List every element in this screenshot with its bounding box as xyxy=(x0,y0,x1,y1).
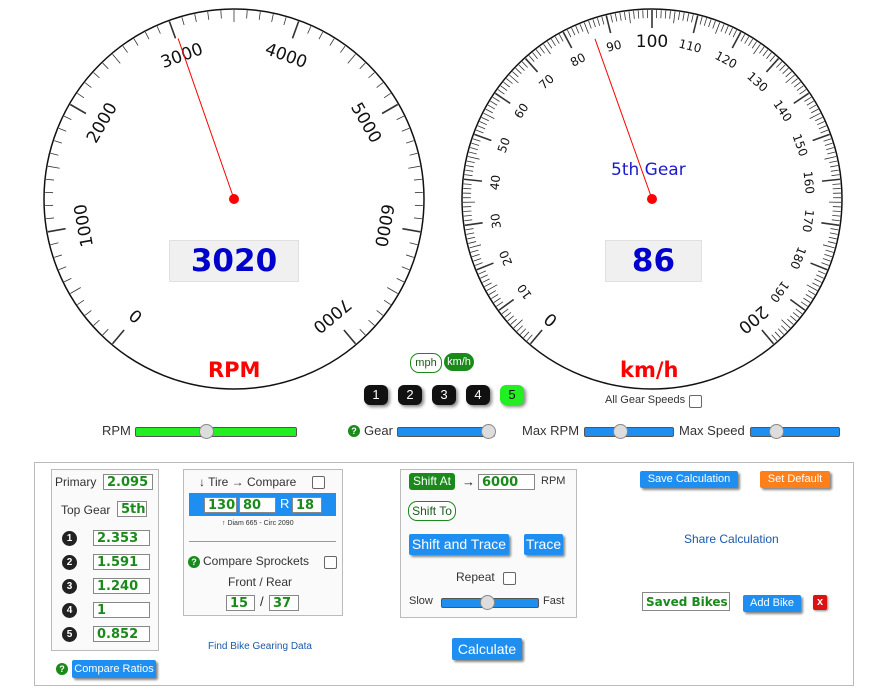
rpm-gauge: 0100020003000 4000500060007000 xyxy=(43,8,425,390)
gear-indicator: 5th Gear xyxy=(611,160,686,180)
rpm-slider-handle[interactable] xyxy=(199,424,214,439)
speed-tick-label: 160 xyxy=(800,170,816,194)
gear-number-icon: 2 xyxy=(62,555,77,570)
speed-gauge: 0102030405060708090 100 110120130140150160… xyxy=(461,8,843,390)
max-speed-label: Max Speed xyxy=(679,423,745,438)
rpm-tick xyxy=(220,10,222,19)
front-sprocket-input[interactable]: 15 xyxy=(226,595,255,611)
repeat-checkbox[interactable] xyxy=(503,572,516,585)
gear-ratio-input[interactable]: 1 xyxy=(93,602,150,618)
gear-number-icon: 4 xyxy=(62,603,77,618)
rpm-unit-label: RPM xyxy=(208,358,261,382)
rpm-slider[interactable] xyxy=(135,424,297,439)
slow-label: Slow xyxy=(409,595,433,607)
speed-tick-label: 100 xyxy=(636,32,668,52)
speed-tick-label: 30 xyxy=(488,212,504,229)
gear-slider[interactable] xyxy=(397,424,496,439)
gear-ratio-input[interactable]: 1.240 xyxy=(93,578,150,594)
find-bike-gearing-link[interactable]: Find Bike Gearing Data xyxy=(208,641,312,652)
trace-speed-slider-handle[interactable] xyxy=(480,595,495,610)
delete-bike-icon[interactable]: x xyxy=(813,595,827,610)
shift-rpm-label: RPM xyxy=(541,475,566,487)
top-gear-input[interactable]: 5th xyxy=(117,501,147,517)
max-speed-slider[interactable] xyxy=(750,424,840,439)
primary-ratio-input[interactable]: 2.095 xyxy=(103,474,153,490)
rpm-tick xyxy=(246,10,248,19)
share-calculation-link[interactable]: Share Calculation xyxy=(684,532,779,546)
rpm-needle-hub xyxy=(229,194,239,204)
speed-tick-label: 40 xyxy=(488,174,504,191)
compare-sprockets-label: Compare Sprockets xyxy=(203,554,310,568)
trace-speed-slider[interactable] xyxy=(441,595,539,610)
gear-button-2[interactable]: 2 xyxy=(398,385,422,405)
tire-diameter-note: ↑ Diam 665 - Circ 2090 xyxy=(222,520,294,527)
primary-label: Primary xyxy=(55,475,97,489)
shift-arrow: → xyxy=(462,474,475,489)
shift-rpm-input[interactable]: 6000 xyxy=(478,474,535,490)
gear-slider-label: Gear xyxy=(364,423,393,438)
top-gear-label: Top Gear xyxy=(61,503,111,517)
gear-number-icon: 1 xyxy=(62,531,77,546)
gear-ratio-input[interactable]: 1.591 xyxy=(93,554,150,570)
sprockets-help-icon[interactable]: ? xyxy=(188,556,200,568)
gear-number-icon: 3 xyxy=(62,579,77,594)
gear-button-5[interactable]: 5 xyxy=(500,385,524,405)
fast-label: Fast xyxy=(543,595,565,607)
compare-sprockets-checkbox[interactable] xyxy=(324,556,337,569)
gear-button-3[interactable]: 3 xyxy=(432,385,456,405)
speed-needle-hub xyxy=(647,194,657,204)
tire-aspect-input[interactable]: 80 xyxy=(239,497,276,513)
max-speed-slider-handle[interactable] xyxy=(769,424,784,439)
add-bike-button[interactable]: Add Bike xyxy=(743,595,801,612)
shift-to-button[interactable]: Shift To xyxy=(408,501,456,521)
set-default-button[interactable]: Set Default xyxy=(760,471,830,488)
rim-label: R xyxy=(280,496,290,511)
sprocket-slash: / xyxy=(260,594,264,609)
compare-ratios-button[interactable]: Compare Ratios xyxy=(72,660,156,678)
kmh-toggle[interactable]: km/h xyxy=(444,353,474,371)
calculate-button[interactable]: Calculate xyxy=(452,638,522,660)
max-rpm-slider-handle[interactable] xyxy=(613,424,628,439)
gear-ratio-input[interactable]: 0.852 xyxy=(93,626,150,642)
speed-tick xyxy=(463,210,472,212)
shift-and-trace-button[interactable]: Shift and Trace xyxy=(409,534,509,555)
rear-sprocket-input[interactable]: 37 xyxy=(269,595,299,611)
speed-readout: 86 xyxy=(605,240,702,282)
trace-button[interactable]: Trace xyxy=(524,534,563,555)
gear-slider-handle[interactable] xyxy=(481,424,496,439)
gear-number-icon: 5 xyxy=(62,627,77,642)
repeat-label: Repeat xyxy=(456,570,495,584)
mph-toggle[interactable]: mph xyxy=(410,353,442,373)
tire-width-input[interactable]: 130 xyxy=(204,497,237,513)
save-calculation-button[interactable]: Save Calculation xyxy=(640,471,738,488)
speed-tick xyxy=(832,210,841,212)
max-rpm-label: Max RPM xyxy=(522,423,580,438)
all-gear-speeds-label: All Gear Speeds xyxy=(605,394,686,406)
gear-button-4[interactable]: 4 xyxy=(466,385,490,405)
speed-unit-label: km/h xyxy=(620,358,679,382)
rpm-readout: 3020 xyxy=(169,240,299,282)
gear-button-1[interactable]: 1 xyxy=(364,385,388,405)
gear-help-icon[interactable]: ? xyxy=(348,425,360,437)
compare-ratios-help-icon[interactable]: ? xyxy=(56,663,68,675)
tire-divider xyxy=(189,541,336,542)
all-gear-speeds-checkbox[interactable] xyxy=(689,395,702,408)
saved-bikes-select[interactable]: Saved Bikes xyxy=(642,592,730,611)
gear-ratio-input[interactable]: 2.353 xyxy=(93,530,150,546)
rpm-slider-label: RPM xyxy=(102,423,131,438)
front-rear-label: Front / Rear xyxy=(228,575,293,589)
tire-compare-heading: ↓ Tire → Compare xyxy=(199,475,297,489)
tire-rim-input[interactable]: 18 xyxy=(292,497,322,513)
tire-compare-checkbox[interactable] xyxy=(312,476,325,489)
max-rpm-slider[interactable] xyxy=(584,424,674,439)
shift-at-button[interactable]: Shift At xyxy=(409,473,455,490)
